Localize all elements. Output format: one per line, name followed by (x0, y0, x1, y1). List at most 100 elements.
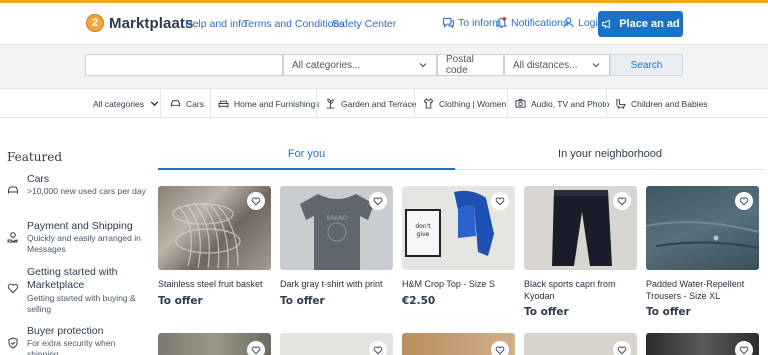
featured-item-title: Payment and Shipping (27, 220, 133, 232)
heart-icon (251, 197, 261, 206)
listing-image[interactable] (158, 186, 271, 270)
garden-icon (326, 98, 335, 109)
heart-icon (739, 346, 749, 355)
category-clothing[interactable]: Clothing | Women (423, 89, 506, 118)
car-icon (170, 100, 181, 107)
listing-image[interactable] (646, 186, 759, 270)
logo-text: Marktplaats (109, 14, 194, 32)
favorite-button[interactable] (735, 341, 753, 355)
favorite-button[interactable] (613, 192, 631, 210)
category-select-value: All categories... (292, 59, 361, 71)
sofa-icon (218, 100, 229, 108)
favorite-button[interactable] (247, 192, 265, 210)
search-input[interactable] (85, 54, 283, 76)
category-label: Garden and Terrace (341, 98, 417, 109)
heart-icon (251, 346, 261, 355)
featured-item-title: Cars (27, 173, 50, 185)
listing-price: €2.50 (402, 294, 436, 307)
featured-item-cars[interactable]: Cars >10,000 new used cars per day (7, 173, 147, 213)
listing-title[interactable]: Padded Water-Repellent Trousers - Size X… (646, 279, 759, 302)
category-label: Children and Babies (631, 98, 708, 109)
listing-price: To offer (280, 294, 325, 307)
megaphone-icon (602, 19, 610, 29)
favorite-button[interactable] (369, 192, 387, 210)
listing-price: To offer (158, 294, 203, 307)
favorite-button[interactable] (491, 341, 509, 355)
listing-image[interactable] (524, 186, 637, 270)
tab-neighborhood[interactable]: In your neighborhood (455, 148, 765, 170)
distance-select-value: All distances... (513, 59, 578, 71)
place-ad-button[interactable]: Place an ad (598, 11, 683, 37)
heart-icon (495, 346, 505, 355)
featured-item-subtitle: For extra security when shipping (27, 338, 116, 355)
listing-card-partial[interactable] (402, 333, 515, 355)
user-icon (563, 17, 574, 28)
clothing-icon (423, 98, 434, 109)
place-ad-label: Place an ad (619, 18, 680, 30)
listing-card[interactable]: don't give H&M Crop Top - Size S €2.50 (402, 186, 515, 307)
heart-icon (617, 346, 627, 355)
favorite-button[interactable] (735, 192, 753, 210)
listing-price: To offer (646, 306, 691, 318)
car-icon (8, 186, 18, 194)
chevron-down-icon (592, 63, 600, 68)
divider (414, 89, 415, 118)
all-categories-label: All categories (93, 98, 145, 109)
camera-icon (515, 98, 526, 108)
featured-item-buyer-protection[interactable]: Buyer protection For extra security when… (7, 325, 147, 355)
listing-card-partial[interactable] (524, 333, 637, 355)
category-home[interactable]: Home and Furnishings (218, 89, 320, 118)
heart-icon (373, 346, 383, 355)
category-cars[interactable]: Cars (170, 89, 204, 118)
category-select[interactable]: All categories... (283, 54, 437, 76)
terms-link[interactable]: Terms and Conditions (243, 18, 345, 30)
listing-image[interactable]: BRAND (280, 186, 393, 270)
featured-item-payment[interactable]: Payment and Shipping Quickly and easily … (7, 220, 147, 260)
listing-title[interactable]: Dark gray t-shirt with print (280, 279, 393, 291)
all-categories-dropdown[interactable]: All categories (93, 89, 160, 118)
category-children[interactable]: Children and Babies (615, 89, 708, 118)
help-link[interactable]: Help and info (185, 18, 247, 30)
favorite-button[interactable] (491, 192, 509, 210)
tab-for-you[interactable]: For you (158, 148, 455, 170)
logo-badge: 2 (86, 14, 104, 32)
featured-item-getting-started[interactable]: Getting started with Marketplace Getting… (7, 266, 147, 316)
favorite-button[interactable] (369, 341, 387, 355)
category-audio[interactable]: Audio, TV and Photo (515, 89, 609, 118)
listing-card[interactable]: BRAND Dark gray t-shirt with print To of… (280, 186, 393, 307)
search-bar: All categories... Postal code All distan… (0, 44, 768, 89)
listing-card-partial[interactable] (158, 333, 271, 355)
featured-item-subtitle: Quickly and easily arranged in Messages (27, 233, 141, 254)
category-bar: All categories Cars Home and Furnishings… (0, 89, 768, 118)
category-label: Home and Furnishings (234, 98, 320, 109)
listing-card[interactable]: Black sports capri from Kyodan To offer (524, 186, 637, 318)
listing-card[interactable]: Stainless steel fruit basket To offer (158, 186, 271, 307)
distance-select[interactable]: All distances... (504, 54, 610, 76)
listing-title[interactable]: H&M Crop Top - Size S (402, 279, 515, 291)
search-button[interactable]: Search (610, 54, 683, 76)
inform-link[interactable]: To inform (442, 16, 501, 29)
listing-card-partial[interactable] (280, 333, 393, 355)
divider (606, 89, 607, 118)
divider (507, 89, 508, 118)
listing-card[interactable]: Padded Water-Repellent Trousers - Size X… (646, 186, 759, 318)
postal-code-input[interactable]: Postal code (437, 54, 504, 76)
listing-card-partial[interactable] (646, 333, 759, 355)
notifications-link[interactable]: Notifications (495, 16, 568, 29)
shield-icon (8, 337, 18, 349)
favorite-button[interactable] (247, 341, 265, 355)
chevron-down-icon (419, 63, 427, 68)
heart-icon (617, 197, 627, 206)
heart-icon (495, 197, 505, 206)
chat-icon (443, 17, 454, 29)
category-garden[interactable]: Garden and Terrace (325, 89, 416, 118)
logo[interactable]: 2 Marktplaats (86, 14, 193, 32)
listing-title[interactable]: Black sports capri from Kyodan (524, 279, 637, 302)
listing-title[interactable]: Stainless steel fruit basket (158, 279, 271, 291)
divider (316, 89, 317, 118)
svg-text:BRAND: BRAND (326, 215, 348, 222)
category-label: Clothing | Women (439, 98, 507, 109)
listing-image[interactable]: don't give (402, 186, 515, 270)
safety-link[interactable]: Safety Center (332, 18, 396, 30)
favorite-button[interactable] (613, 341, 631, 355)
